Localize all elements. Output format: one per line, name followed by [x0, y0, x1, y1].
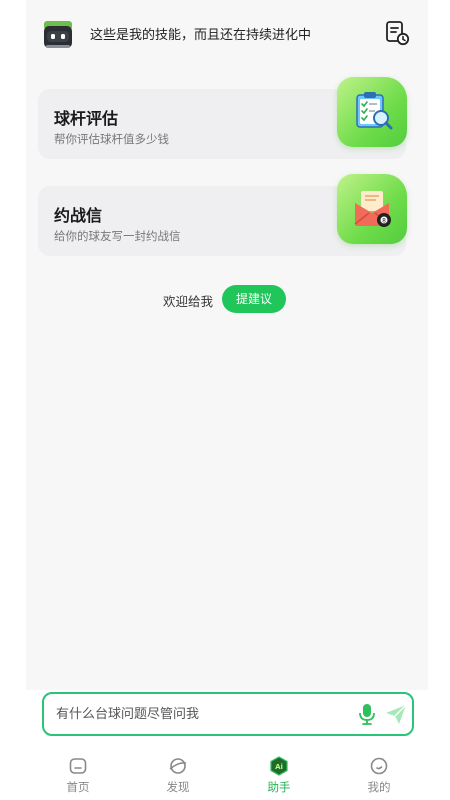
skill-card-description: 帮你评估球杆值多少钱 [54, 132, 169, 146]
suggestion-text: 欢迎给我 [163, 294, 214, 309]
microphone-icon[interactable] [356, 702, 378, 726]
skill-card-challenge-letter[interactable]: 约战信 给你的球友写一封约战信 8 [38, 174, 407, 256]
chat-input-area [26, 690, 428, 746]
tab-mine[interactable]: 我的 [349, 756, 409, 800]
page-title: 这些是我的技能，而且还在持续进化中 [90, 28, 312, 43]
tab-assistant[interactable]: Ai 助手 [249, 756, 309, 800]
tab-discover[interactable]: 发现 [148, 756, 208, 800]
assistant-screen: 这些是我的技能，而且还在持续进化中 球杆评估 帮你评估球杆值多少钱 约战信 给你… [26, 0, 428, 800]
svg-text:Ai: Ai [275, 763, 283, 771]
tab-label: 首页 [66, 780, 90, 794]
suggest-button[interactable]: 提建议 [222, 285, 286, 313]
robot-icon [44, 21, 72, 48]
bottom-tab-bar: 首页 发现 Ai 助手 我的 [26, 746, 428, 800]
skill-card-cue-evaluation[interactable]: 球杆评估 帮你评估球杆值多少钱 [38, 77, 407, 159]
skill-card-title: 约战信 [54, 206, 103, 225]
ai-hexagon-icon: Ai [270, 756, 288, 776]
chat-input[interactable] [56, 703, 336, 725]
profile-icon [370, 757, 388, 775]
history-document-icon[interactable] [384, 20, 410, 46]
skill-badge: 8 [337, 174, 407, 244]
tab-label: 助手 [267, 780, 291, 794]
send-icon[interactable] [384, 702, 408, 726]
planet-icon [169, 758, 187, 774]
tab-label: 我的 [367, 780, 391, 794]
tab-home[interactable]: 首页 [48, 756, 108, 800]
suggestion-row: 欢迎给我 提建议 [26, 283, 428, 313]
clipboard-magnifier-icon [356, 92, 393, 130]
skill-card-title: 球杆评估 [54, 109, 119, 128]
tab-label: 发现 [166, 780, 190, 794]
home-icon [69, 758, 87, 774]
svg-text:8: 8 [382, 217, 386, 224]
chat-input-box [42, 692, 414, 736]
envelope-billiard-ball-icon: 8 [354, 191, 391, 227]
header: 这些是我的技能，而且还在持续进化中 [26, 0, 428, 66]
skill-badge [337, 77, 407, 147]
skill-card-description: 给你的球友写一封约战信 [54, 229, 181, 243]
